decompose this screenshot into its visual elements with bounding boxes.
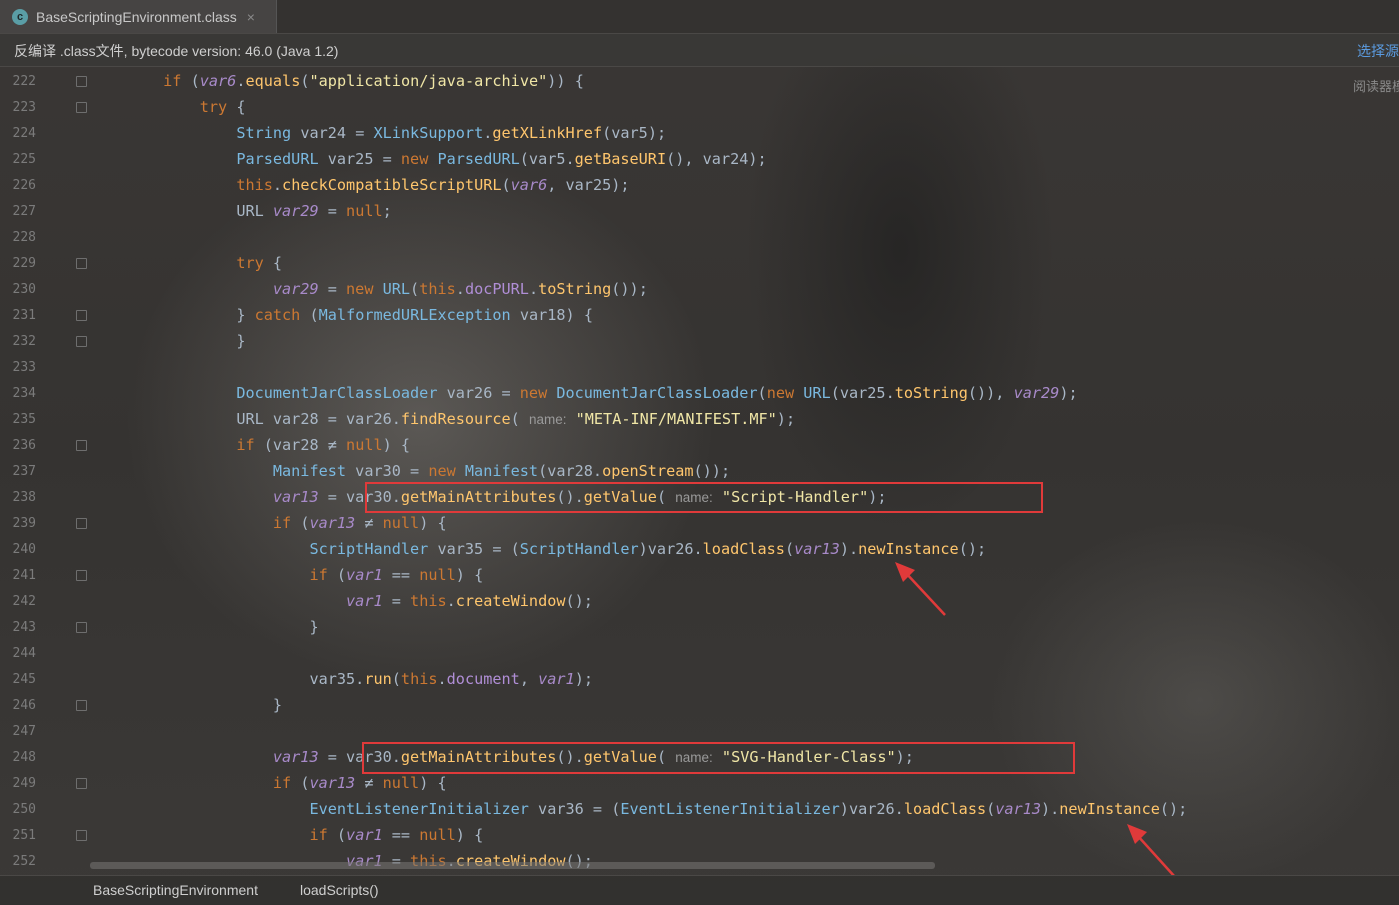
arrow-icon-load-class-1 — [895, 562, 946, 616]
breadcrumb-class[interactable]: BaseScriptingEnvironment — [93, 882, 258, 898]
arrow-icon-load-class-2 — [1127, 824, 1176, 878]
breadcrumb-method[interactable]: loadScripts() — [300, 882, 379, 898]
annotation-arrows — [895, 562, 1176, 878]
breadcrumb: BaseScriptingEnvironment loadScripts() — [0, 875, 1399, 905]
horizontal-scrollbar[interactable] — [90, 862, 935, 869]
